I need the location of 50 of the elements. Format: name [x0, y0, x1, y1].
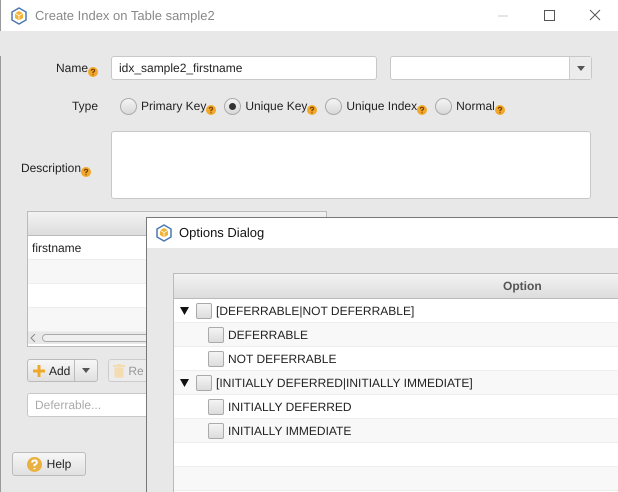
help-button[interactable]: Help [12, 452, 86, 476]
radio-button[interactable] [120, 98, 137, 114]
cube-icon [10, 6, 28, 24]
description-field[interactable] [111, 131, 591, 199]
radio-button[interactable] [224, 98, 242, 114]
scroll-left-icon[interactable] [30, 334, 36, 342]
type-label: Type [72, 98, 98, 115]
help-icon [88, 67, 98, 77]
radio-label: Unique Index [346, 98, 418, 115]
option-label: INITIALLY IMMEDIATE [228, 422, 352, 440]
help-icon [206, 105, 216, 115]
option-label: NOT DEFERRABLE [228, 350, 336, 368]
help-icon [26, 456, 42, 472]
option-label: DEFERRABLE [228, 326, 308, 344]
help-icon [417, 105, 428, 115]
radio-button[interactable] [435, 98, 452, 114]
option-label: [DEFERRABLE|NOT DEFERRABLE] [216, 302, 414, 320]
plus-icon [32, 364, 46, 378]
caret-icon [82, 368, 90, 373]
checkbox[interactable] [208, 326, 224, 342]
caret-icon [576, 66, 584, 70]
trash-icon [113, 364, 126, 378]
radio-label: Primary Key [141, 98, 206, 115]
tree-row[interactable]: [INITIALLY DEFERRED|INITIALLY IMMEDIATE] [174, 371, 618, 395]
radio-button[interactable] [325, 98, 342, 114]
expand-icon[interactable] [180, 378, 189, 386]
window-title: Create Index on Table sample2 [35, 6, 215, 25]
column-header: Option [174, 274, 618, 299]
checkbox[interactable] [196, 374, 212, 390]
help-icon [494, 105, 505, 115]
checkbox[interactable] [208, 398, 224, 414]
help-icon [81, 167, 91, 177]
tree-row[interactable] [174, 467, 618, 491]
dropdown[interactable] [390, 56, 592, 80]
checkbox[interactable] [208, 422, 224, 438]
description-label: Description [20, 160, 81, 177]
help-icon [307, 105, 318, 115]
table-cell-text: firstname [32, 240, 82, 256]
tree-row[interactable]: DEFERRABLE [174, 323, 618, 347]
option-label: [INITIALLY DEFERRED|INITIALLY IMMEDIATE] [216, 374, 473, 392]
checkbox[interactable] [208, 350, 224, 366]
cube-icon [155, 224, 173, 242]
tree-row[interactable]: INITIALLY IMMEDIATE [174, 419, 618, 443]
radio-label: Unique Key [245, 98, 308, 115]
checkbox[interactable] [196, 302, 212, 318]
dialog-title: Options Dialog [179, 224, 264, 242]
name-field[interactable]: idx_sample2_firstname [111, 56, 377, 80]
option-label: INITIALLY DEFERRED [228, 398, 352, 416]
radio-label: Normal [456, 98, 495, 115]
name-label: Name [56, 60, 88, 77]
